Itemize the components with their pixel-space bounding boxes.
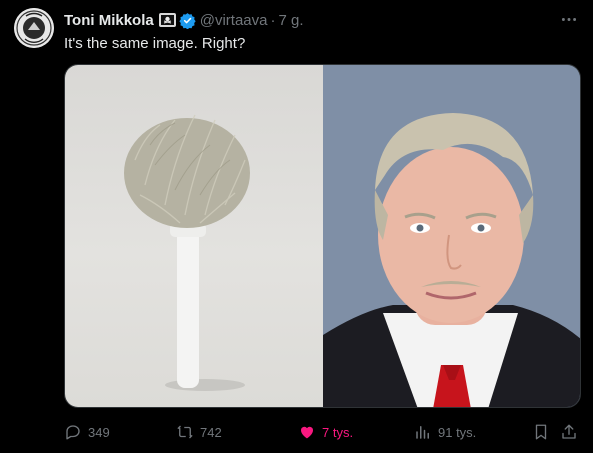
tweet: Toni Mikkola @virtaava · 7 g. It's the s… bbox=[0, 0, 593, 453]
views-count: 91 tys. bbox=[438, 424, 477, 440]
header-separator: · bbox=[270, 11, 276, 29]
portrait-image bbox=[323, 65, 580, 407]
views-icon bbox=[416, 426, 429, 439]
author-name[interactable]: Toni Mikkola bbox=[64, 12, 154, 29]
like-icon bbox=[301, 426, 313, 439]
like-button[interactable]: 7 tys. bbox=[298, 420, 353, 444]
tweet-media[interactable] bbox=[64, 64, 581, 408]
media-left-image[interactable] bbox=[65, 65, 323, 407]
tweet-time[interactable]: 7 g. bbox=[278, 12, 303, 29]
avatar-seal bbox=[14, 8, 54, 48]
author-handle[interactable]: @virtaava bbox=[200, 12, 268, 29]
repost-button[interactable]: 742 bbox=[176, 420, 222, 444]
pirate-flag-icon bbox=[158, 13, 176, 27]
repost-icon bbox=[177, 425, 193, 439]
bookmark-icon bbox=[535, 424, 547, 440]
bookmark-button[interactable] bbox=[532, 420, 556, 444]
verified-badge-icon bbox=[179, 12, 196, 29]
reply-count: 349 bbox=[88, 424, 110, 440]
more-icon[interactable] bbox=[559, 10, 579, 28]
views-button[interactable]: 91 tys. bbox=[414, 420, 476, 444]
media-right-image[interactable] bbox=[323, 65, 580, 407]
reply-button[interactable]: 349 bbox=[64, 420, 110, 444]
like-count: 7 tys. bbox=[322, 424, 354, 440]
reply-icon bbox=[66, 425, 80, 440]
tweet-text: It's the same image. Right? bbox=[64, 35, 246, 52]
share-icon bbox=[562, 424, 576, 439]
toilet-brush-image bbox=[124, 114, 250, 391]
avatar[interactable] bbox=[14, 8, 54, 48]
tweet-header: Toni Mikkola @virtaava · 7 g. bbox=[64, 10, 304, 30]
share-button[interactable] bbox=[560, 420, 584, 444]
action-bar: 349 742 7 tys. 91 tys. bbox=[64, 420, 584, 444]
repost-count: 742 bbox=[200, 424, 222, 440]
